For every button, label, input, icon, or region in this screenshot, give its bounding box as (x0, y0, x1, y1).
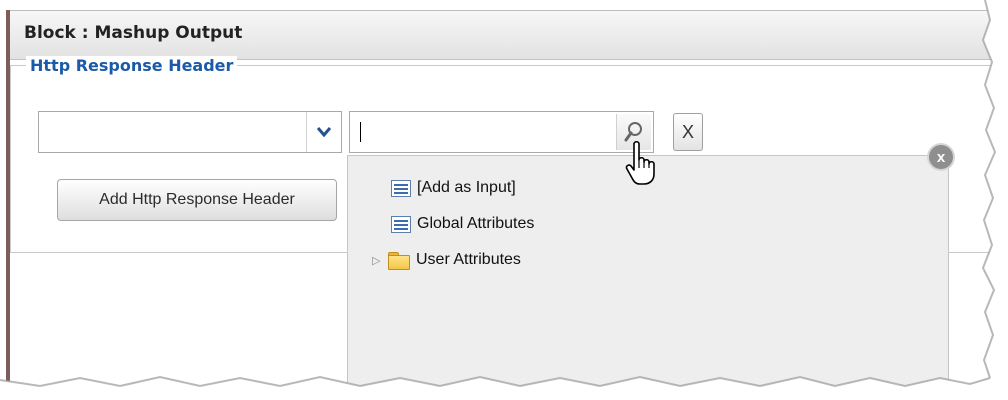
panel-header: Block : Mashup Output (10, 11, 1000, 60)
text-caret (360, 122, 361, 142)
expand-arrow-icon[interactable]: ▷ (372, 254, 388, 267)
tree-item-global-attributes[interactable]: Global Attributes (391, 211, 534, 237)
screenshot-frame: Block : Mashup Output Http Response Head… (0, 0, 1008, 400)
clear-button-label: X (681, 121, 694, 142)
tree-item-add-as-input[interactable]: [Add as Input] (391, 175, 516, 201)
panel-title: Block : Mashup Output (24, 23, 243, 43)
tree-item-label: [Add as Input] (417, 179, 516, 196)
add-http-response-header-button[interactable]: Add Http Response Header (57, 179, 337, 221)
attribute-dropdown-panel: [Add as Input] Global Attributes ▷ User … (347, 155, 949, 395)
tree-item-user-attributes[interactable]: ▷ User Attributes (372, 247, 521, 273)
header-name-select[interactable] (38, 111, 342, 153)
clear-button[interactable]: X (673, 113, 703, 151)
hand-pointer-icon (625, 140, 655, 185)
attribute-search-box[interactable] (349, 111, 654, 153)
tree-item-label: Global Attributes (417, 215, 535, 232)
chevron-down-icon[interactable] (306, 112, 341, 152)
folder-icon (388, 251, 410, 270)
close-icon[interactable]: x (929, 145, 953, 169)
attribute-search-input[interactable] (356, 119, 614, 145)
tree-item-label: User Attributes (416, 251, 521, 268)
attribute-icon (391, 179, 411, 197)
close-icon-glyph: x (936, 148, 946, 166)
section-legend: Http Response Header (26, 56, 238, 75)
attribute-icon (391, 215, 411, 233)
add-button-label: Add Http Response Header (99, 191, 295, 208)
